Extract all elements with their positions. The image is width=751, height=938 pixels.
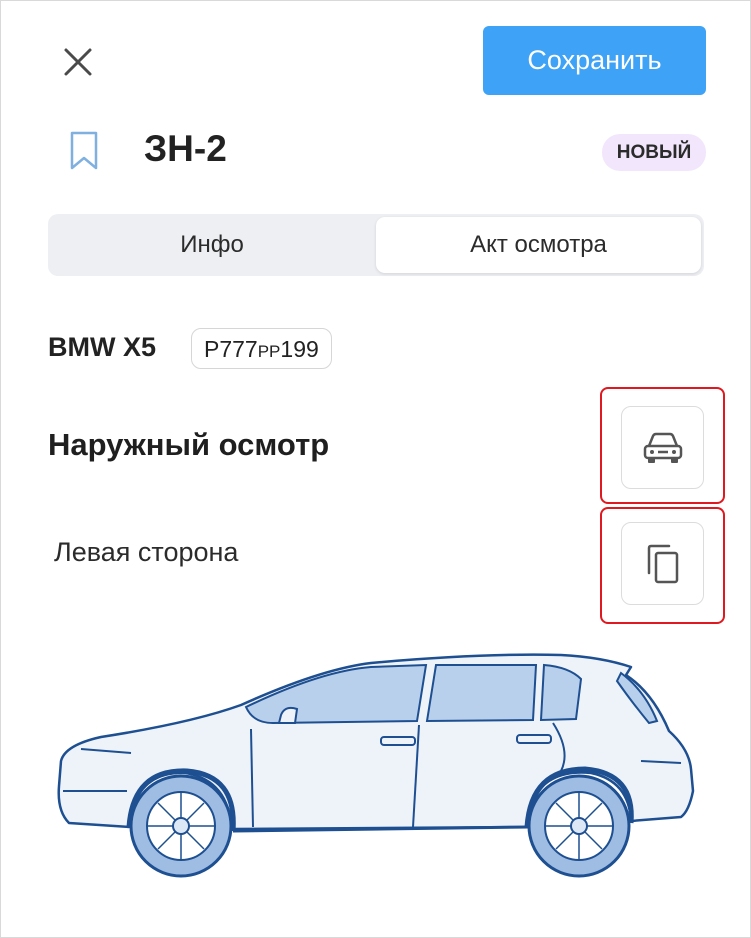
- car-model: BMW X5: [48, 332, 156, 362]
- section-title: Наружный осмотр: [48, 427, 330, 462]
- plate-region-letters: РР: [257, 342, 281, 361]
- tab-inspection-act[interactable]: Акт осмотра: [376, 217, 701, 273]
- save-button[interactable]: Сохранить: [483, 26, 706, 95]
- page-title: ЗН-2: [144, 128, 227, 169]
- tab-switcher: Инфо Акт осмотра: [48, 214, 704, 276]
- status-badge: НОВЫЙ: [602, 134, 706, 171]
- tab-info[interactable]: Инфо: [51, 217, 373, 273]
- bookmark-icon[interactable]: [69, 131, 99, 171]
- close-icon: [64, 48, 92, 76]
- plate-main: Р777: [204, 336, 258, 362]
- close-button[interactable]: [59, 43, 97, 81]
- copy-icon: [647, 544, 678, 583]
- car-view-button[interactable]: [621, 406, 704, 489]
- plate-region: 199: [280, 336, 319, 362]
- app-frame: Сохранить ЗН-2 НОВЫЙ Инфо Акт осмотра BM…: [0, 0, 751, 938]
- copy-button[interactable]: [621, 522, 704, 605]
- side-label: Левая сторона: [54, 537, 239, 567]
- license-plate: Р777 РР 199: [191, 328, 332, 369]
- car-front-icon: [643, 432, 682, 463]
- car-side-illustration: [57, 653, 695, 878]
